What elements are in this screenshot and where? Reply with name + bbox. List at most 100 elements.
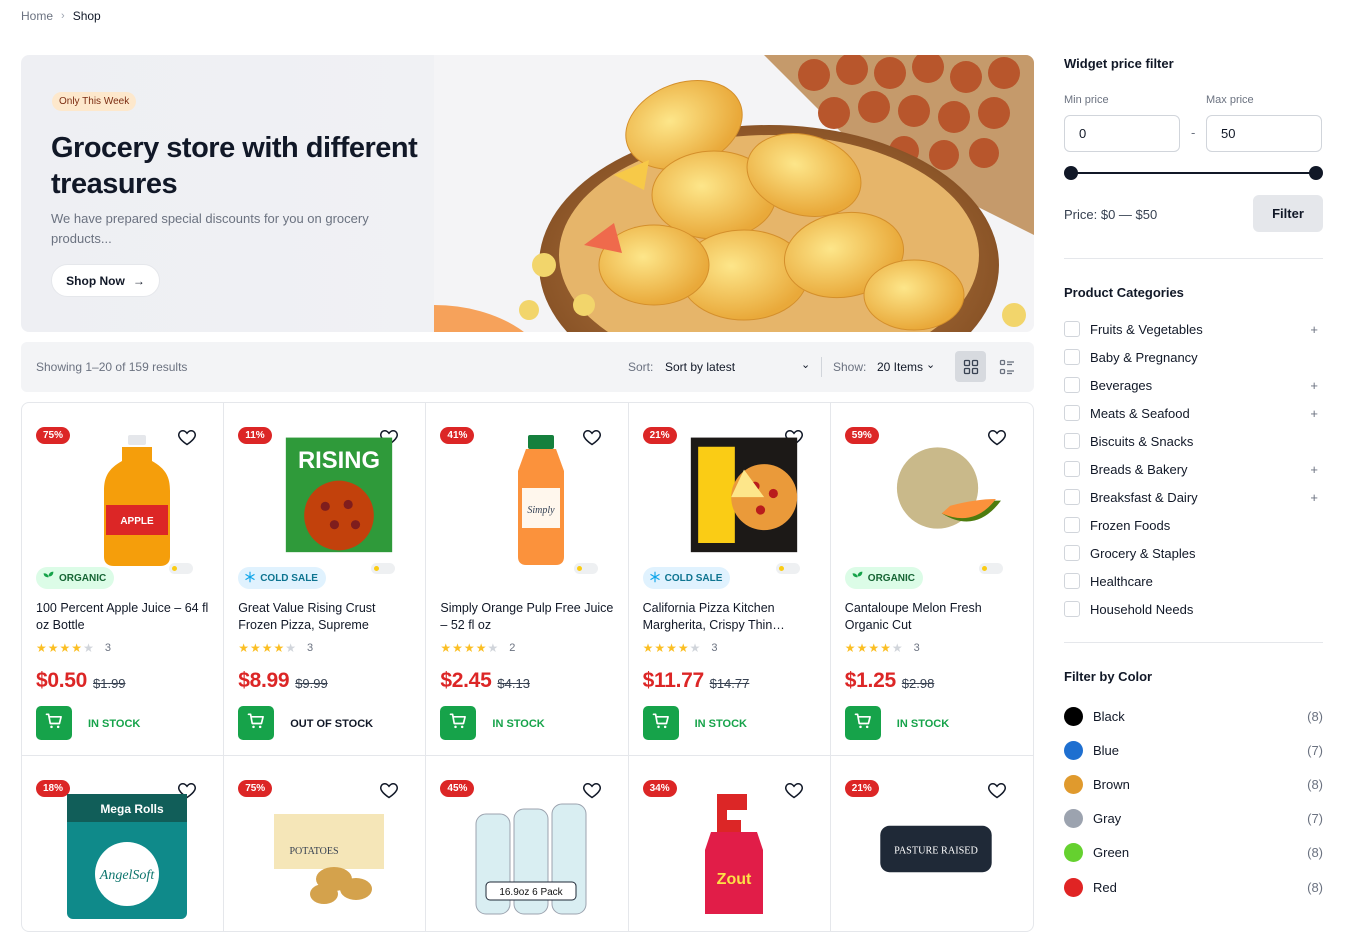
color-label[interactable]: Brown: [1093, 777, 1130, 792]
color-swatch[interactable]: [1064, 774, 1083, 794]
color-filter-item[interactable]: Blue (7): [1064, 739, 1323, 761]
category-label[interactable]: Breads & Bakery: [1090, 462, 1188, 477]
color-swatch[interactable]: [1064, 809, 1083, 829]
category-item[interactable]: Frozen Foods: [1064, 515, 1323, 535]
category-checkbox[interactable]: [1064, 377, 1080, 393]
pizza-box-image[interactable]: RISING: [284, 433, 394, 568]
category-checkbox[interactable]: [1064, 405, 1080, 421]
product-name[interactable]: Cantaloupe Melon Fresh Organic Cut: [845, 600, 1020, 634]
category-label[interactable]: Fruits & Vegetables: [1090, 322, 1203, 337]
expand-plus-icon[interactable]: +: [1310, 406, 1318, 421]
color-label[interactable]: Gray: [1093, 811, 1121, 826]
shop-now-button[interactable]: Shop Now →: [51, 264, 160, 297]
product-name[interactable]: Simply Orange Pulp Free Juice – 52 fl oz: [440, 600, 615, 634]
grid-view-button[interactable]: [955, 351, 986, 382]
breadcrumb-home-link[interactable]: Home: [21, 9, 53, 23]
color-filter-item[interactable]: Black (8): [1064, 705, 1323, 727]
category-item[interactable]: Healthcare: [1064, 571, 1323, 591]
image-slider-dots[interactable]: [371, 563, 396, 574]
category-item[interactable]: Beverages +: [1064, 375, 1323, 395]
category-label[interactable]: Household Needs: [1090, 602, 1193, 617]
color-swatch[interactable]: [1064, 706, 1083, 726]
category-item[interactable]: Grocery & Staples: [1064, 543, 1323, 563]
min-price-input[interactable]: 0: [1064, 115, 1180, 152]
product-card[interactable]: 21% PASTURE RAISED: [831, 756, 1033, 931]
category-item[interactable]: Breaksfast & Dairy +: [1064, 487, 1323, 507]
category-label[interactable]: Breaksfast & Dairy: [1090, 490, 1198, 505]
category-checkbox[interactable]: [1064, 517, 1080, 533]
show-select[interactable]: 20 Items: [877, 360, 923, 374]
apple-juice-bottle-image[interactable]: APPLE: [82, 433, 192, 568]
color-swatch[interactable]: [1064, 740, 1083, 760]
category-item[interactable]: Fruits & Vegetables +: [1064, 319, 1323, 339]
color-label[interactable]: Blue: [1093, 743, 1119, 758]
category-checkbox[interactable]: [1064, 349, 1080, 365]
category-label[interactable]: Biscuits & Snacks: [1090, 434, 1193, 449]
melon-image[interactable]: [891, 433, 1001, 568]
potatoes-bag-image[interactable]: POTATOES: [264, 784, 394, 924]
price-slider-min-handle[interactable]: [1064, 166, 1078, 180]
expand-plus-icon[interactable]: +: [1310, 462, 1318, 477]
sort-select[interactable]: Sort by latest: [665, 360, 735, 374]
color-label[interactable]: Green: [1093, 845, 1129, 860]
category-label[interactable]: Meats & Seafood: [1090, 406, 1190, 421]
product-card[interactable]: 34% Zout: [629, 756, 831, 931]
water-bottles-pack-image[interactable]: 16.9oz 6 Pack: [466, 784, 596, 924]
category-checkbox[interactable]: [1064, 489, 1080, 505]
category-checkbox[interactable]: [1064, 573, 1080, 589]
product-card[interactable]: 59% ORGANIC Cantaloupe Melon Fresh Organic…: [830, 403, 1033, 756]
add-to-cart-button[interactable]: [642, 706, 679, 740]
category-checkbox[interactable]: [1064, 321, 1080, 337]
add-to-cart-button[interactable]: [440, 706, 477, 740]
add-to-cart-button[interactable]: [238, 706, 275, 740]
category-checkbox[interactable]: [1064, 461, 1080, 477]
filter-button[interactable]: Filter: [1253, 195, 1323, 232]
product-card[interactable]: 45% 16.9oz 6 Pack: [426, 756, 629, 931]
category-checkbox[interactable]: [1064, 545, 1080, 561]
product-card[interactable]: 75% POTATOES: [224, 756, 427, 931]
image-slider-dots[interactable]: [169, 563, 194, 574]
color-filter-item[interactable]: Red (8): [1064, 876, 1323, 898]
chevron-down-icon[interactable]: ⌄: [926, 358, 935, 371]
category-label[interactable]: Frozen Foods: [1090, 518, 1170, 533]
category-label[interactable]: Grocery & Staples: [1090, 546, 1196, 561]
product-card[interactable]: 41% Simply Simply Orange Pulp Free Juice –…: [426, 403, 629, 756]
color-swatch[interactable]: [1064, 877, 1083, 897]
image-slider-dots[interactable]: [978, 563, 1003, 574]
egg-carton-image[interactable]: PASTURE RAISED: [871, 784, 1001, 924]
color-filter-item[interactable]: Green (8): [1064, 842, 1323, 864]
chevron-down-icon[interactable]: ⌄: [801, 358, 810, 371]
price-slider-max-handle[interactable]: [1309, 166, 1323, 180]
expand-plus-icon[interactable]: +: [1310, 490, 1318, 505]
color-label[interactable]: Black: [1093, 709, 1125, 724]
category-label[interactable]: Healthcare: [1090, 574, 1153, 589]
toilet-paper-pack-image[interactable]: Mega Rolls AngelSoft: [62, 784, 192, 924]
price-slider-track[interactable]: [1071, 172, 1316, 174]
category-item[interactable]: Meats & Seafood +: [1064, 403, 1323, 423]
product-card[interactable]: 18% Mega Rolls AngelSoft: [22, 756, 225, 931]
spray-bottle-image[interactable]: Zout: [669, 784, 799, 924]
list-view-button[interactable]: [991, 351, 1022, 382]
category-checkbox[interactable]: [1064, 433, 1080, 449]
category-item[interactable]: Breads & Bakery +: [1064, 459, 1323, 479]
category-item[interactable]: Household Needs: [1064, 599, 1323, 619]
expand-plus-icon[interactable]: +: [1310, 322, 1318, 337]
category-item[interactable]: Biscuits & Snacks: [1064, 431, 1323, 451]
product-name[interactable]: Great Value Rising Crust Frozen Pizza, S…: [238, 600, 413, 634]
category-checkbox[interactable]: [1064, 601, 1080, 617]
product-card[interactable]: 21% COLD SALE California Pizza Kitchen Mar…: [628, 403, 831, 756]
product-name[interactable]: California Pizza Kitchen Margherita, Cri…: [643, 600, 818, 634]
category-label[interactable]: Beverages: [1090, 378, 1152, 393]
expand-plus-icon[interactable]: +: [1310, 378, 1318, 393]
color-label[interactable]: Red: [1093, 880, 1117, 895]
image-slider-dots[interactable]: [573, 563, 598, 574]
category-item[interactable]: Baby & Pregnancy: [1064, 347, 1323, 367]
product-card[interactable]: 11% RISING COLD SALE Great Value Rising Cru…: [224, 403, 427, 756]
pizza-box-dark-image[interactable]: [689, 433, 799, 568]
max-price-input[interactable]: 50: [1206, 115, 1322, 152]
color-filter-item[interactable]: Brown (8): [1064, 773, 1323, 795]
product-card[interactable]: 75% APPLE ORGANIC 100 Percent Apple Juice –…: [22, 403, 225, 756]
product-name[interactable]: 100 Percent Apple Juice – 64 fl oz Bottl…: [36, 600, 211, 634]
orange-juice-bottle-image[interactable]: Simply: [486, 433, 596, 568]
category-label[interactable]: Baby & Pregnancy: [1090, 350, 1198, 365]
